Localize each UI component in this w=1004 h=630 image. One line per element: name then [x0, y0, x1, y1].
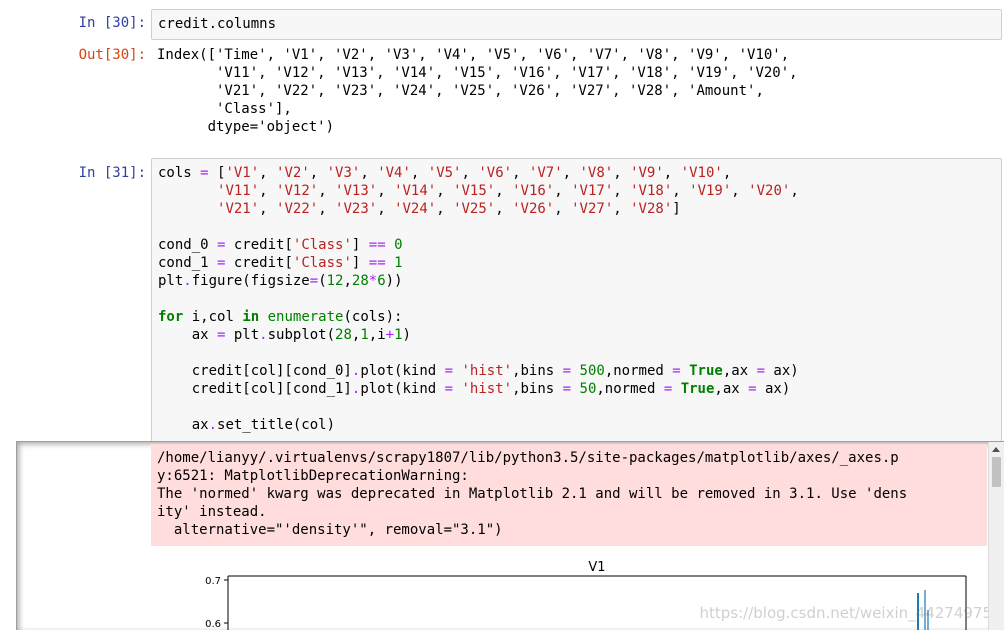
cell-31-output-area[interactable]: /home/lianyy/.virtualenvs/scrapy1807/lib… — [16, 441, 1004, 630]
cols-list-item: 'V10' — [680, 165, 723, 181]
scroll-up-arrow-icon[interactable] — [992, 447, 1000, 452]
cols-list-item: 'V19' — [689, 183, 732, 199]
cols-list-item: 'V13' — [335, 183, 378, 199]
cell-30-output: Index(['Time', 'V1', 'V2', 'V3', 'V4', '… — [157, 47, 798, 135]
cell-30-code-editor[interactable]: credit.columns — [151, 9, 1002, 40]
cols-list-item: 'V18' — [630, 183, 673, 199]
cols-list-item: 'V9' — [630, 165, 664, 181]
cell-31-code-editor[interactable]: cols = ['V1', 'V2', 'V3', 'V4', 'V5', 'V… — [151, 158, 1002, 442]
plot-title: V1 — [588, 560, 605, 575]
cols-list-item: 'V27' — [571, 201, 614, 217]
cols-list-item: 'V16' — [512, 183, 555, 199]
cell-30-input-prompt: In [30]: — [78, 15, 146, 31]
cols-list-item: 'V26' — [512, 201, 555, 217]
cell-31-input-prompt: In [31]: — [78, 165, 146, 181]
cols-list-item: 'V25' — [453, 201, 496, 217]
y-tick-label: 0.6 — [205, 619, 221, 630]
y-tick-label: 0.7 — [205, 576, 221, 587]
cols-list-item: 'V22' — [276, 201, 319, 217]
cols-list-item: 'V14' — [394, 183, 437, 199]
cols-list-item: 'V23' — [335, 201, 378, 217]
cols-list-item: 'V12' — [276, 183, 319, 199]
output-scrollbar[interactable] — [988, 442, 1004, 630]
cols-list-item: 'V20' — [748, 183, 791, 199]
watermark: https://blog.csdn.net/weixin_44274975 — [699, 604, 992, 622]
cols-list-item: 'V5' — [427, 165, 462, 181]
cols-list-item: 'V4' — [377, 165, 411, 181]
cell-31-code[interactable]: cols = ['V1', 'V2', 'V3', 'V4', 'V5', 'V… — [158, 164, 995, 434]
cols-list-item: 'V1' — [225, 165, 260, 181]
scrollbar-thumb[interactable] — [992, 457, 1001, 487]
cols-list-item: 'V28' — [630, 201, 673, 217]
stderr-warning: /home/lianyy/.virtualenvs/scrapy1807/lib… — [151, 444, 987, 546]
cols-list-item: 'V21' — [217, 201, 260, 217]
cols-list-item: 'V11' — [217, 183, 260, 199]
cols-list-item: 'V6' — [478, 165, 513, 181]
cols-list-item: 'V17' — [571, 183, 614, 199]
cols-list-item: 'V24' — [394, 201, 437, 217]
cols-list-item: 'V15' — [453, 183, 496, 199]
cell-30-code[interactable]: credit.columns — [158, 15, 995, 33]
cols-list-item: 'V2' — [276, 165, 310, 181]
cols-list-item: 'V8' — [579, 165, 614, 181]
cols-list-item: 'V7' — [528, 165, 563, 181]
stderr-text: /home/lianyy/.virtualenvs/scrapy1807/lib… — [157, 450, 908, 538]
cols-list-item: 'V3' — [326, 165, 361, 181]
cell-30-output-prompt: Out[30]: — [78, 47, 146, 63]
